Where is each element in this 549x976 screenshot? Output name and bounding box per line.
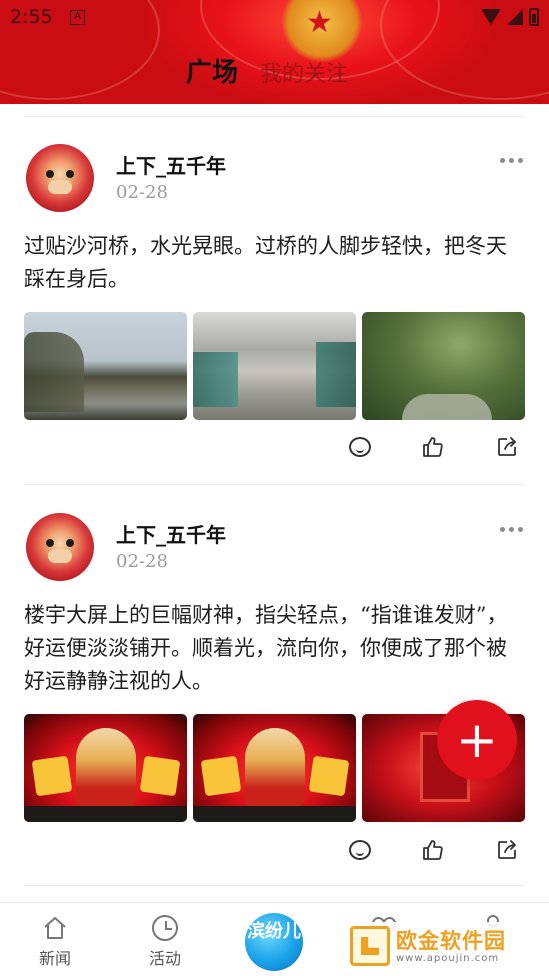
watermark-logo-icon	[350, 926, 390, 966]
stairs-photo[interactable]	[193, 312, 356, 420]
park-photo[interactable]	[362, 312, 525, 420]
post-actions	[0, 837, 549, 867]
feed-list[interactable]: 上下_五千年 02-28 过贴沙河桥，水光晃眼。过桥的人脚步轻快，把冬天踩在身后…	[0, 104, 549, 902]
river-photo[interactable]	[24, 312, 187, 420]
avatar-eye	[46, 170, 54, 178]
tab-following[interactable]: 我的关注	[260, 56, 348, 88]
like-icon[interactable]	[420, 434, 446, 460]
avatar-eye	[66, 539, 74, 547]
comment-icon[interactable]	[347, 434, 373, 460]
post-text[interactable]: 过贴沙河桥，水光晃眼。过桥的人脚步轻快，把冬天踩在身后。	[24, 230, 526, 296]
signal-icon	[507, 9, 523, 25]
divider	[24, 885, 525, 886]
nav-label: 活动	[148, 949, 181, 968]
post-date: 02-28	[116, 551, 168, 572]
post-actions	[0, 434, 549, 464]
status-time: 2:55	[10, 6, 53, 28]
avatar[interactable]	[26, 144, 94, 212]
site-watermark: 欧金软件园 www.apoujin.com	[346, 922, 542, 970]
nav-label: 新闻	[38, 949, 71, 968]
post-date: 02-28	[116, 182, 168, 203]
app-notification-icon: A	[70, 10, 85, 25]
app-logo[interactable]: 滨纷儿	[245, 913, 303, 971]
home-icon	[44, 917, 66, 939]
share-icon[interactable]	[494, 434, 520, 460]
avatar-snout	[48, 180, 72, 194]
top-header: ★ 2:55 A 广场 我的关注	[0, 0, 549, 104]
feed-tabs: 广场 我的关注	[186, 52, 348, 89]
billboard-photo[interactable]	[24, 714, 187, 822]
divider	[24, 116, 525, 117]
more-options-icon[interactable]	[500, 158, 523, 163]
billboard-photo[interactable]	[193, 714, 356, 822]
tab-square[interactable]: 广场	[186, 52, 238, 89]
post-text[interactable]: 楼宇大屏上的巨幅财神，指尖轻点，“指谁谁发财”，好运便淡淡铺开。顺着光，流向你，…	[24, 599, 526, 698]
avatar[interactable]	[26, 513, 94, 581]
avatar-eye	[46, 539, 54, 547]
nav-item-activity[interactable]: 活动	[130, 913, 200, 969]
battery-icon	[529, 8, 539, 26]
more-options-icon[interactable]	[500, 527, 523, 532]
watermark-title: 欧金软件园	[396, 928, 506, 953]
add-post-button[interactable]: +	[437, 700, 517, 780]
like-icon[interactable]	[420, 837, 446, 863]
divider	[24, 484, 525, 485]
watermark-url: www.apoujin.com	[396, 952, 500, 964]
author-name[interactable]: 上下_五千年	[116, 150, 226, 179]
avatar-snout	[48, 549, 72, 563]
nav-item-news[interactable]: 新闻	[20, 913, 90, 969]
wifi-icon	[481, 9, 501, 25]
status-icons	[481, 8, 539, 26]
photo-grid	[24, 312, 525, 420]
avatar-eye	[66, 170, 74, 178]
author-name[interactable]: 上下_五千年	[116, 519, 226, 548]
status-bar: 2:55 A	[0, 0, 549, 36]
clock-icon	[152, 915, 178, 941]
share-icon[interactable]	[494, 837, 520, 863]
comment-icon[interactable]	[347, 837, 373, 863]
